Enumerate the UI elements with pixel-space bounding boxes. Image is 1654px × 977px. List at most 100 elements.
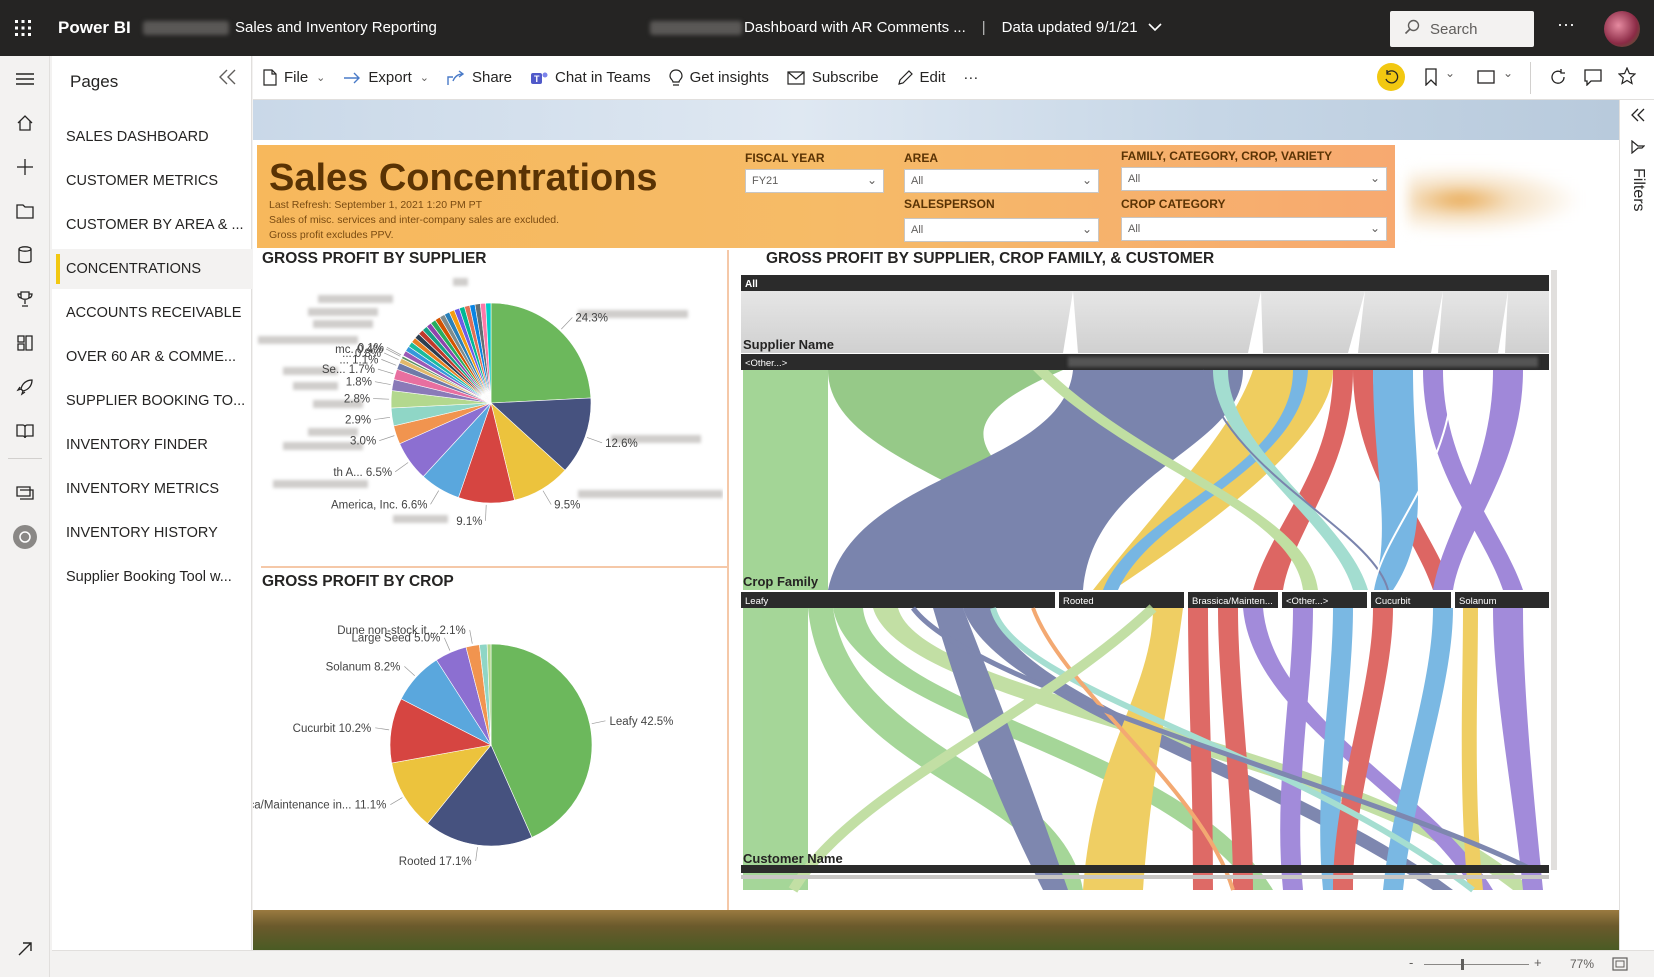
customer-level-bar[interactable] [741, 865, 1549, 873]
chevron-down-icon: ⌄ [1369, 221, 1380, 235]
apps-icon[interactable] [12, 330, 38, 356]
crop-node-brassica-label: Brassica/Mainten... [1192, 596, 1273, 607]
pie-data-label: America, Inc. 6.6% [331, 499, 428, 511]
bookmark-icon[interactable] [1425, 68, 1437, 90]
collapse-pages-icon[interactable] [218, 68, 238, 91]
report-note: Sales of misc. services and inter-compan… [269, 214, 560, 226]
pie-data-label: th A... 6.5% [333, 467, 392, 479]
more-options-icon[interactable]: ··· [1557, 14, 1575, 35]
export-menu[interactable]: Export ⌄ [343, 69, 429, 86]
page-tab-inventory-metrics[interactable]: INVENTORY METRICS [52, 469, 252, 509]
data-hub-icon[interactable] [12, 242, 38, 268]
chevron-down-icon[interactable]: ⌄ [1503, 66, 1513, 80]
pie-data-label: Solanum 8.2% [326, 661, 401, 673]
expand-filters-icon[interactable] [1630, 108, 1646, 127]
edit-button[interactable]: Edit [897, 69, 945, 86]
file-icon [263, 69, 277, 86]
page-tab-inventory-finder[interactable]: INVENTORY FINDER [52, 425, 252, 465]
insights-label: Get insights [689, 69, 769, 86]
search-icon [1404, 19, 1420, 39]
fiscal-year-value: FY21 [752, 175, 779, 187]
current-workspace-icon[interactable] [12, 524, 38, 550]
chevron-down-icon[interactable] [1148, 19, 1162, 36]
pie-data-label: 2.9% [345, 415, 371, 427]
decomposition-tree[interactable]: All Supplier Name <Other...> Crop Family… [733, 270, 1563, 910]
family-slicer[interactable]: All ⌄ [1121, 167, 1387, 191]
page-tab-inventory-history[interactable]: INVENTORY HISTORY [52, 513, 252, 553]
workspaces-icon[interactable] [12, 480, 38, 506]
report-note: Gross profit excludes PPV. [269, 229, 394, 241]
deployment-rocket-icon[interactable] [12, 374, 38, 400]
get-insights-button[interactable]: Get insights [669, 68, 769, 87]
crop-family-level[interactable]: Leafy Rooted Brassica/Mainten... <Other.… [741, 592, 1549, 608]
page-tab-accounts-receivable[interactable]: ACCOUNTS RECEIVABLE [52, 293, 252, 333]
avatar[interactable] [1604, 11, 1640, 47]
app-launcher-icon[interactable] [0, 0, 46, 56]
crop-node-rooted-label: Rooted [1063, 596, 1094, 607]
filters-pane-collapsed[interactable]: Filters [1619, 100, 1654, 950]
page-tab-customer-by-area[interactable]: CUSTOMER BY AREA & ... [52, 205, 252, 245]
leader-line [485, 504, 487, 521]
salesperson-slicer[interactable]: All ⌄ [904, 218, 1099, 242]
root-bar[interactable] [741, 275, 1549, 291]
view-icon[interactable] [1477, 70, 1495, 88]
zoom-in-button[interactable]: + [1534, 955, 1542, 970]
page-tab-customer-metrics[interactable]: CUSTOMER METRICS [52, 161, 252, 201]
zoom-slider[interactable] [1424, 964, 1529, 965]
chevron-down-icon[interactable]: ⌄ [1445, 66, 1455, 80]
crop-node-cucurbit-label: Cucurbit [1375, 596, 1411, 607]
page-tab-supplier-booking-tool[interactable]: Supplier Booking Tool w... [52, 557, 252, 597]
supplier-pie-chart[interactable]: 24.3% 12.6% 9.5% 9.1% America, Inc. 6.6% th A… [253, 270, 723, 560]
leader-line [390, 797, 403, 805]
action-bar: File ⌄ Export ⌄ Share T Chat in Teams Get … [253, 56, 1654, 100]
area-slicer[interactable]: All ⌄ [904, 169, 1099, 193]
favorite-star-icon[interactable] [1617, 66, 1637, 89]
learn-book-icon[interactable] [12, 418, 38, 444]
crop-node-other-label: <Other...> [1286, 596, 1329, 607]
panel-divider [261, 566, 727, 568]
brand-name[interactable]: Power BI [58, 18, 131, 38]
page-tab-over-60-ar[interactable]: OVER 60 AR & COMME... [52, 337, 252, 377]
zoom-out-button[interactable]: - [1409, 955, 1413, 970]
reset-icon[interactable] [1377, 63, 1405, 91]
crop-pie-chart[interactable]: Leafy 42.5% Rooted 17.1% Brassica/Maintena… [253, 595, 723, 905]
refresh-icon[interactable] [1549, 68, 1567, 90]
family-value: All [1128, 173, 1141, 185]
zoom-slider-thumb[interactable] [1461, 959, 1464, 970]
home-icon[interactable] [12, 110, 38, 136]
page-tab-sales-dashboard[interactable]: SALES DASHBOARD [52, 117, 252, 157]
page-tab-supplier-booking[interactable]: SUPPLIER BOOKING TO... [52, 381, 252, 421]
hamburger-menu-icon[interactable] [12, 66, 38, 92]
file-menu[interactable]: File ⌄ [263, 69, 325, 86]
fiscal-year-slicer[interactable]: FY21 ⌄ [745, 169, 884, 193]
horizontal-scrollbar[interactable] [741, 875, 1549, 879]
pie-data-label: 24.3% [575, 312, 608, 324]
more-actions-button[interactable]: ··· [963, 69, 978, 86]
leader-line [444, 637, 451, 651]
redacted-text [143, 20, 229, 35]
search-input[interactable]: Search [1390, 11, 1534, 47]
expand-arrow-icon[interactable] [12, 936, 38, 962]
workspace-breadcrumb[interactable]: Sales and Inventory Reporting [143, 19, 437, 36]
subscribe-button[interactable]: Subscribe [787, 69, 879, 86]
browse-folder-icon[interactable] [12, 198, 38, 224]
mail-icon [787, 70, 805, 85]
crop-category-slicer[interactable]: All ⌄ [1121, 217, 1387, 241]
chevron-down-icon: ⌄ [866, 173, 877, 187]
data-updated[interactable]: Data updated 9/1/21 [1002, 19, 1138, 36]
vertical-scrollbar[interactable] [1551, 270, 1557, 870]
level-customer-label: Customer Name [743, 851, 843, 866]
report-name[interactable]: Dashboard with AR Comments ... [744, 19, 966, 36]
create-icon[interactable] [12, 154, 38, 180]
fit-to-page-icon[interactable] [1612, 957, 1628, 976]
share-button[interactable]: Share [447, 69, 512, 86]
goals-trophy-icon[interactable] [12, 286, 38, 312]
comment-icon[interactable] [1584, 69, 1602, 90]
file-label: File [284, 69, 309, 86]
page-tab-concentrations[interactable]: CONCENTRATIONS [52, 249, 252, 289]
crop-pie-title: GROSS PROFIT BY CROP [262, 573, 454, 590]
pie-slices [390, 302, 592, 504]
crop-node-leafy[interactable] [741, 592, 1055, 608]
chat-in-teams-button[interactable]: T Chat in Teams [530, 69, 651, 86]
chevron-down-icon: ⌄ [316, 72, 326, 84]
